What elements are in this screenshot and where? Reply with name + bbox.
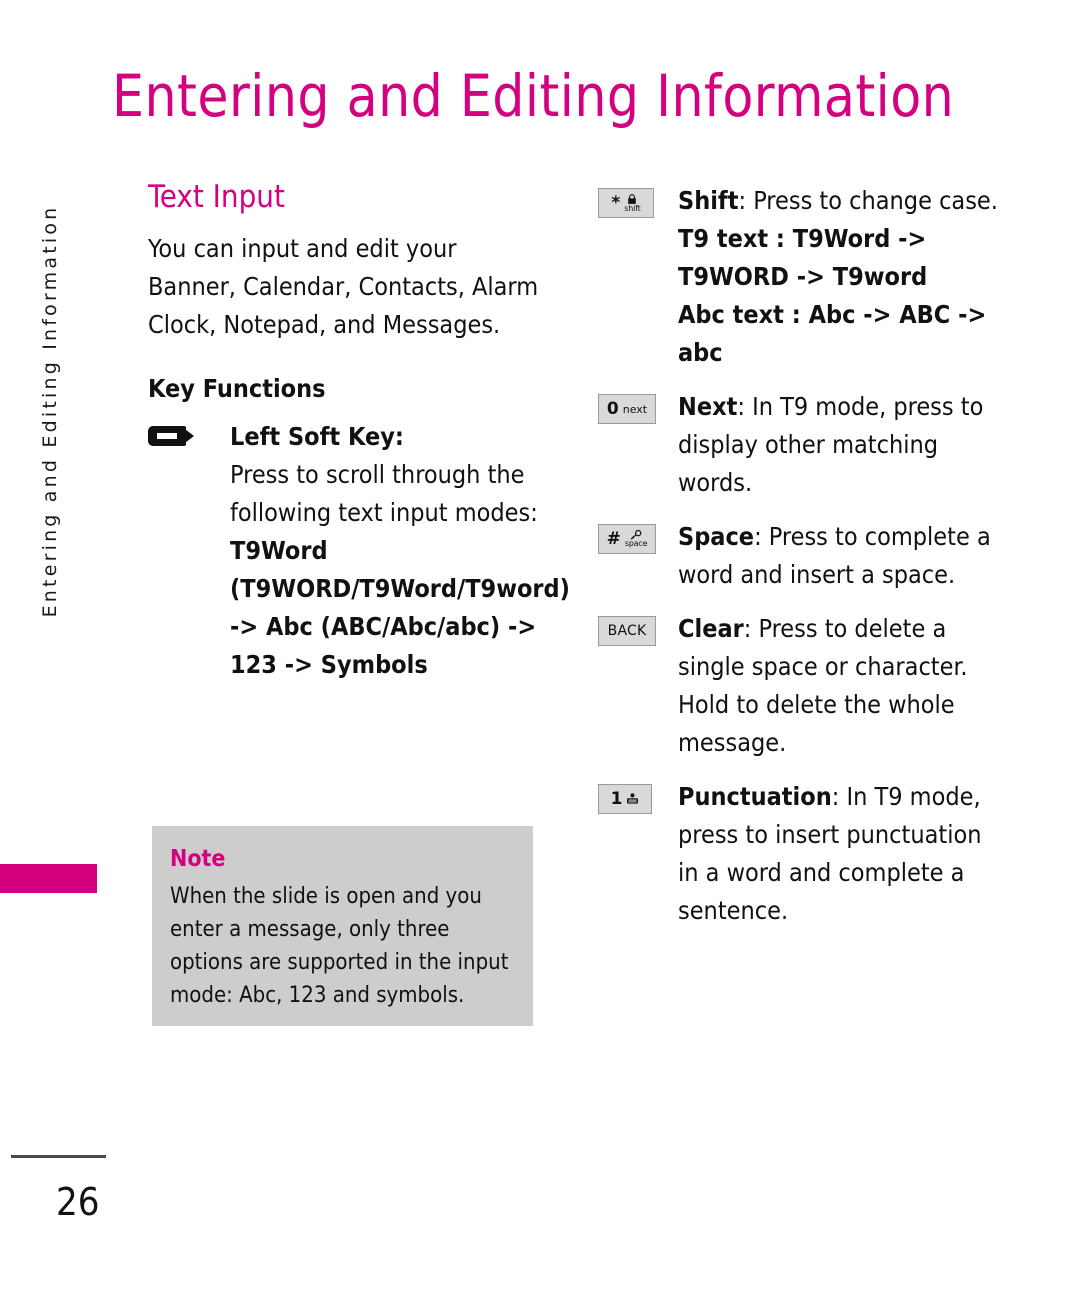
- space-separator: :: [754, 522, 769, 551]
- star-shift-key-cell: * shift: [598, 182, 678, 218]
- hash-space-key-icon: # space: [598, 524, 656, 554]
- star-shift-key-icon: * shift: [598, 188, 654, 218]
- note-title: Note: [170, 846, 226, 872]
- key-function-punctuation: 1 Punctuation: In T9 mode, press to inse…: [598, 778, 1008, 930]
- page-number: 26: [56, 1180, 100, 1224]
- star-key-secondary-stack: shift: [624, 193, 641, 213]
- one-key-primary: 1: [610, 788, 623, 809]
- space-description: Space: Press to complete a word and inse…: [678, 518, 1008, 594]
- zero-next-key-cell: 0 next: [598, 388, 678, 424]
- key-function-left-soft-key: Left Soft Key: Press to scroll through t…: [148, 418, 570, 684]
- voicemail-icon-svg: [627, 793, 639, 804]
- key-function-clear: BACK Clear: Press to delete a single spa…: [598, 610, 1008, 762]
- shift-separator: :: [738, 186, 754, 215]
- shift-description: Shift: Press to change case. T9 text : T…: [678, 182, 1008, 372]
- one-voicemail-key-icon: 1: [598, 784, 652, 814]
- star-key-secondary: shift: [624, 203, 641, 213]
- hash-key-secondary: space: [624, 539, 648, 548]
- section-title-text-input: Text Input: [148, 179, 285, 215]
- left-soft-key-desc-bold: T9Word (T9WORD/T9Word/T9word) -> Abc (AB…: [230, 536, 570, 679]
- lock-icon-svg: [628, 193, 637, 204]
- shift-extra-line-1: T9 text : T9Word -> T9WORD -> T9word: [678, 224, 928, 291]
- left-soft-key-icon-cell: [148, 418, 230, 446]
- one-voicemail-key-cell: 1: [598, 778, 678, 814]
- back-key-cell: BACK: [598, 610, 678, 646]
- shift-extra-line-2: Abc text : Abc -> ABC -> abc: [678, 300, 987, 367]
- hash-space-key-cell: # space: [598, 518, 678, 554]
- zero-next-key-icon: 0 next: [598, 394, 656, 424]
- intro-paragraph: You can input and edit your Banner, Cale…: [148, 234, 539, 339]
- next-label: Next: [678, 392, 738, 421]
- zero-key-secondary: next: [622, 402, 648, 416]
- voicemail-glyph-icon: [626, 793, 639, 805]
- key-function-next: 0 next Next: In T9 mode, press to displa…: [598, 388, 1008, 502]
- key-function-space: # space Space: Press to complete a word …: [598, 518, 1008, 594]
- page-title: Entering and Editing Information: [112, 62, 955, 130]
- left-soft-key-description: Left Soft Key: Press to scroll through t…: [230, 418, 570, 684]
- next-separator: :: [737, 392, 753, 421]
- zero-key-primary: 0: [606, 398, 619, 419]
- punctuation-description: Punctuation: In T9 mode, press to insert…: [678, 778, 1008, 930]
- star-key-primary: *: [611, 192, 621, 213]
- lock-glyph-icon: [627, 193, 637, 205]
- clear-label: Clear: [678, 614, 744, 643]
- footer-divider: [11, 1155, 106, 1158]
- back-key-primary: BACK: [607, 623, 647, 639]
- side-tab-marker: [0, 864, 97, 893]
- shift-label: Shift: [678, 186, 739, 215]
- note-body: When the slide is open and you enter a m…: [170, 884, 509, 1008]
- punctuation-separator: :: [831, 782, 847, 811]
- manual-page: Entering and Editing Information Enterin…: [0, 0, 1080, 1295]
- back-key-icon: BACK: [598, 616, 656, 646]
- key-function-shift: * shift Shift: Press to change case. T9 …: [598, 182, 1008, 372]
- hash-key-secondary-stack: space: [624, 530, 648, 548]
- left-soft-key-label: Left Soft Key:: [230, 422, 404, 451]
- right-column: * shift Shift: Press to change case. T9 …: [598, 182, 1008, 946]
- left-soft-key-desc-plain: Press to scroll through the following te…: [230, 460, 538, 527]
- next-description: Next: In T9 mode, press to display other…: [678, 388, 1008, 502]
- shift-desc: Press to change case.: [753, 186, 998, 215]
- side-tab-label: Entering and Editing Information: [39, 204, 61, 618]
- clear-description: Clear: Press to delete a single space or…: [678, 610, 1008, 762]
- subsection-title-key-functions: Key Functions: [148, 374, 326, 403]
- left-column: Text Input You can input and edit your B…: [148, 178, 570, 700]
- hash-key-primary: #: [606, 528, 621, 549]
- note-box: Note When the slide is open and you ente…: [152, 826, 533, 1026]
- clear-separator: :: [743, 614, 759, 643]
- left-soft-key-icon: [148, 426, 194, 446]
- space-label: Space: [678, 522, 755, 551]
- punctuation-label: Punctuation: [678, 782, 832, 811]
